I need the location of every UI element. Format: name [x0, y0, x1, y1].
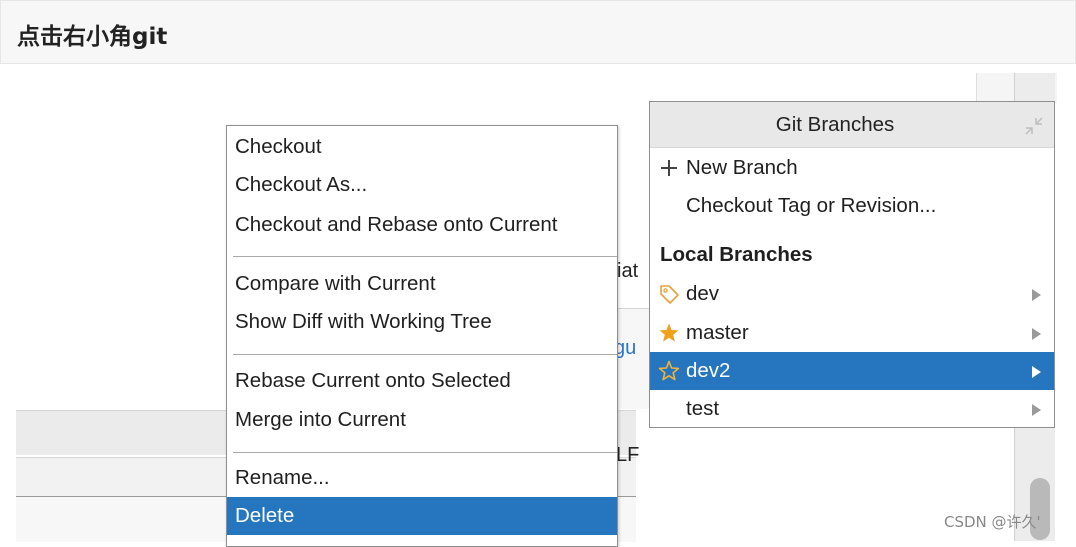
branch-name: test [686, 397, 720, 420]
menu-separator [233, 354, 617, 355]
popup-title-bar: Git Branches [650, 102, 1054, 148]
branch-name: dev2 [686, 359, 731, 382]
branch-item-dev2[interactable]: dev2 [650, 352, 1054, 390]
local-branches-label: Local Branches [660, 243, 813, 266]
plus-icon [661, 160, 677, 176]
collapse-icon[interactable] [1024, 116, 1044, 136]
menu-item-checkout-as[interactable]: Checkout As... [227, 166, 617, 204]
csdn-watermark: CSDN @许久' [944, 513, 1041, 531]
menu-item-show-diff[interactable]: Show Diff with Working Tree [227, 303, 617, 341]
popup-title: Git Branches [775, 113, 895, 136]
filled-star-icon [659, 323, 679, 342]
branch-name: dev [686, 282, 720, 305]
menu-item-checkout-rebase[interactable]: Checkout and Rebase onto Current [227, 206, 617, 244]
local-branches-header: Local Branches [650, 236, 1054, 274]
page-title: 点击右小角git [17, 24, 168, 50]
menu-separator [233, 256, 617, 257]
checkout-tag-action[interactable]: Checkout Tag or Revision... [650, 187, 1054, 225]
checkout-tag-label: Checkout Tag or Revision... [686, 194, 937, 217]
background-text-fragment: iat [617, 260, 639, 282]
new-branch-action[interactable]: New Branch [650, 149, 1054, 187]
line-separator-indicator[interactable]: LF [616, 444, 639, 467]
new-branch-label: New Branch [686, 156, 798, 179]
branch-context-menu: Checkout Checkout As... Checkout and Reb… [226, 125, 618, 547]
menu-item-delete[interactable]: Delete [227, 497, 617, 535]
tag-icon [660, 285, 679, 304]
branch-item-test[interactable]: test [650, 390, 1054, 427]
menu-item-rebase-current[interactable]: Rebase Current onto Selected [227, 362, 617, 400]
menu-item-compare[interactable]: Compare with Current [227, 265, 617, 303]
git-branches-popup: Git Branches New Branch Checkout Tag or … [649, 101, 1055, 428]
branch-item-dev[interactable]: dev [650, 275, 1054, 313]
menu-item-checkout[interactable]: Checkout [227, 128, 617, 166]
branch-item-master[interactable]: master [650, 314, 1054, 352]
menu-item-rename[interactable]: Rename... [227, 459, 617, 497]
submenu-arrow-icon [1032, 366, 1041, 378]
article-header: 点击右小角git [0, 0, 1076, 64]
branch-name: master [686, 321, 749, 344]
submenu-arrow-icon [1032, 289, 1041, 301]
menu-separator [233, 452, 617, 453]
submenu-arrow-icon [1032, 404, 1041, 416]
submenu-arrow-icon [1032, 328, 1041, 340]
outline-star-icon [658, 360, 680, 381]
menu-item-merge[interactable]: Merge into Current [227, 401, 617, 439]
